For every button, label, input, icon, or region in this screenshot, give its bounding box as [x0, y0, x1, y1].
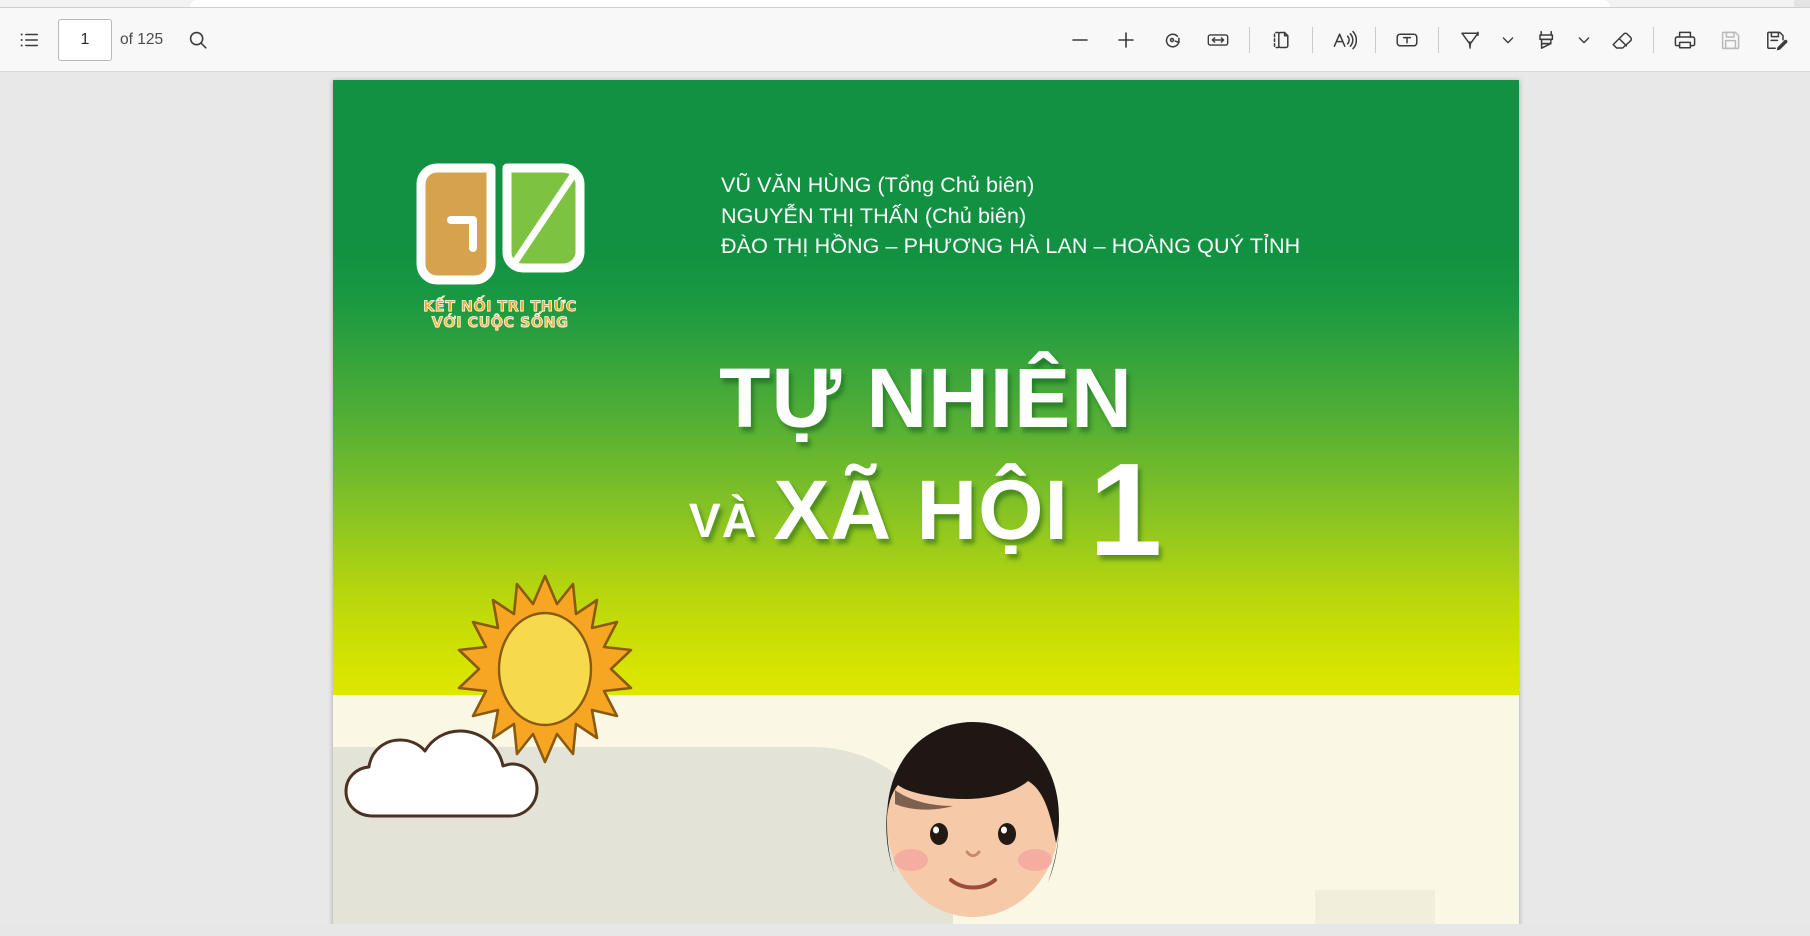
active-tab-strip	[190, 0, 1610, 7]
fit-to-width-icon[interactable]	[1195, 17, 1241, 63]
author-list: VŨ VĂN HÙNG (Tổng Chủ biên) NGUYỄN THỊ T…	[721, 170, 1300, 262]
toolbar-divider	[1653, 26, 1654, 53]
print-icon[interactable]	[1662, 17, 1708, 63]
rotate-icon[interactable]	[1149, 17, 1195, 63]
cover-page-fold	[1315, 890, 1435, 924]
toolbar-divider	[1438, 26, 1439, 53]
author-line-1: VŨ VĂN HÙNG (Tổng Chủ biên)	[721, 173, 1035, 197]
save-as-icon[interactable]	[1754, 17, 1800, 63]
pdf-viewer-window: of 125	[0, 0, 1810, 936]
title-line-2: VÀ XÃ HỘI 1	[333, 441, 1519, 575]
logo-leaf-icon	[416, 163, 585, 285]
draw-pen-icon[interactable]	[1447, 17, 1493, 63]
pdf-page-viewport[interactable]: KẾT NỐI TRI THỨC VỚI CUỘC SỐNG VŨ VĂN HÙ…	[0, 72, 1810, 924]
toolbar-left-group: of 125	[0, 17, 221, 63]
highlighter-icon[interactable]	[1523, 17, 1569, 63]
book-cover: KẾT NỐI TRI THỨC VỚI CUỘC SỐNG VŨ VĂN HÙ…	[333, 80, 1519, 924]
search-icon[interactable]	[175, 17, 221, 63]
zoom-in-icon[interactable]	[1103, 17, 1149, 63]
save-icon[interactable]	[1708, 17, 1754, 63]
title-text-tu-nhien: TỰ NHIÊN	[719, 351, 1133, 445]
pdf-page-1: KẾT NỐI TRI THỨC VỚI CUỘC SỐNG VŨ VĂN HÙ…	[333, 80, 1519, 924]
book-title: TỰ NHIÊN VÀ XÃ HỘI 1	[333, 350, 1519, 575]
read-aloud-icon[interactable]	[1321, 17, 1367, 63]
author-line-3: ĐÀO THỊ HỒNG – PHƯƠNG HÀ LAN – HOÀNG QUÝ…	[721, 234, 1301, 259]
highlight-options-chevron-down-icon[interactable]	[1569, 17, 1599, 63]
title-text-va: VÀ	[688, 495, 758, 548]
eraser-icon[interactable]	[1599, 17, 1645, 63]
add-text-icon[interactable]	[1384, 17, 1430, 63]
page-count-label: of 125	[120, 30, 164, 48]
pdf-toolbar: of 125	[0, 7, 1810, 72]
logo-text-line1: KẾT NỐI TRI THỨC	[423, 299, 577, 316]
publisher-logo: KẾT NỐI TRI THỨC VỚI CUỘC SỐNG	[411, 158, 651, 332]
page-view-icon[interactable]	[1258, 17, 1304, 63]
toolbar-divider	[1249, 26, 1250, 53]
table-of-contents-icon[interactable]	[6, 17, 52, 63]
page-number-input[interactable]	[58, 18, 112, 61]
author-line-2: NGUYỄN THỊ THẤN (Chủ biên)	[721, 203, 1027, 228]
browser-top-edge	[0, 0, 1810, 7]
window-right-cap	[1794, 0, 1810, 7]
grade-number: 1	[1088, 436, 1164, 583]
title-text-xa-hoi: XÃ HỘI	[773, 463, 1069, 557]
zoom-out-icon[interactable]	[1057, 17, 1103, 63]
title-line-1: TỰ NHIÊN	[333, 350, 1519, 447]
toolbar-right-group	[1057, 17, 1810, 63]
logo-text-line2: VỚI CUỘC SỐNG	[431, 315, 569, 332]
cloud-illustration	[344, 729, 539, 818]
toolbar-divider	[1375, 26, 1376, 53]
child-illustration	[886, 722, 1059, 917]
publisher-logo-text: KẾT NỐI TRI THỨC VỚI CUỘC SỐNG	[411, 299, 589, 332]
draw-options-chevron-down-icon[interactable]	[1493, 17, 1523, 63]
toolbar-divider	[1312, 26, 1313, 53]
